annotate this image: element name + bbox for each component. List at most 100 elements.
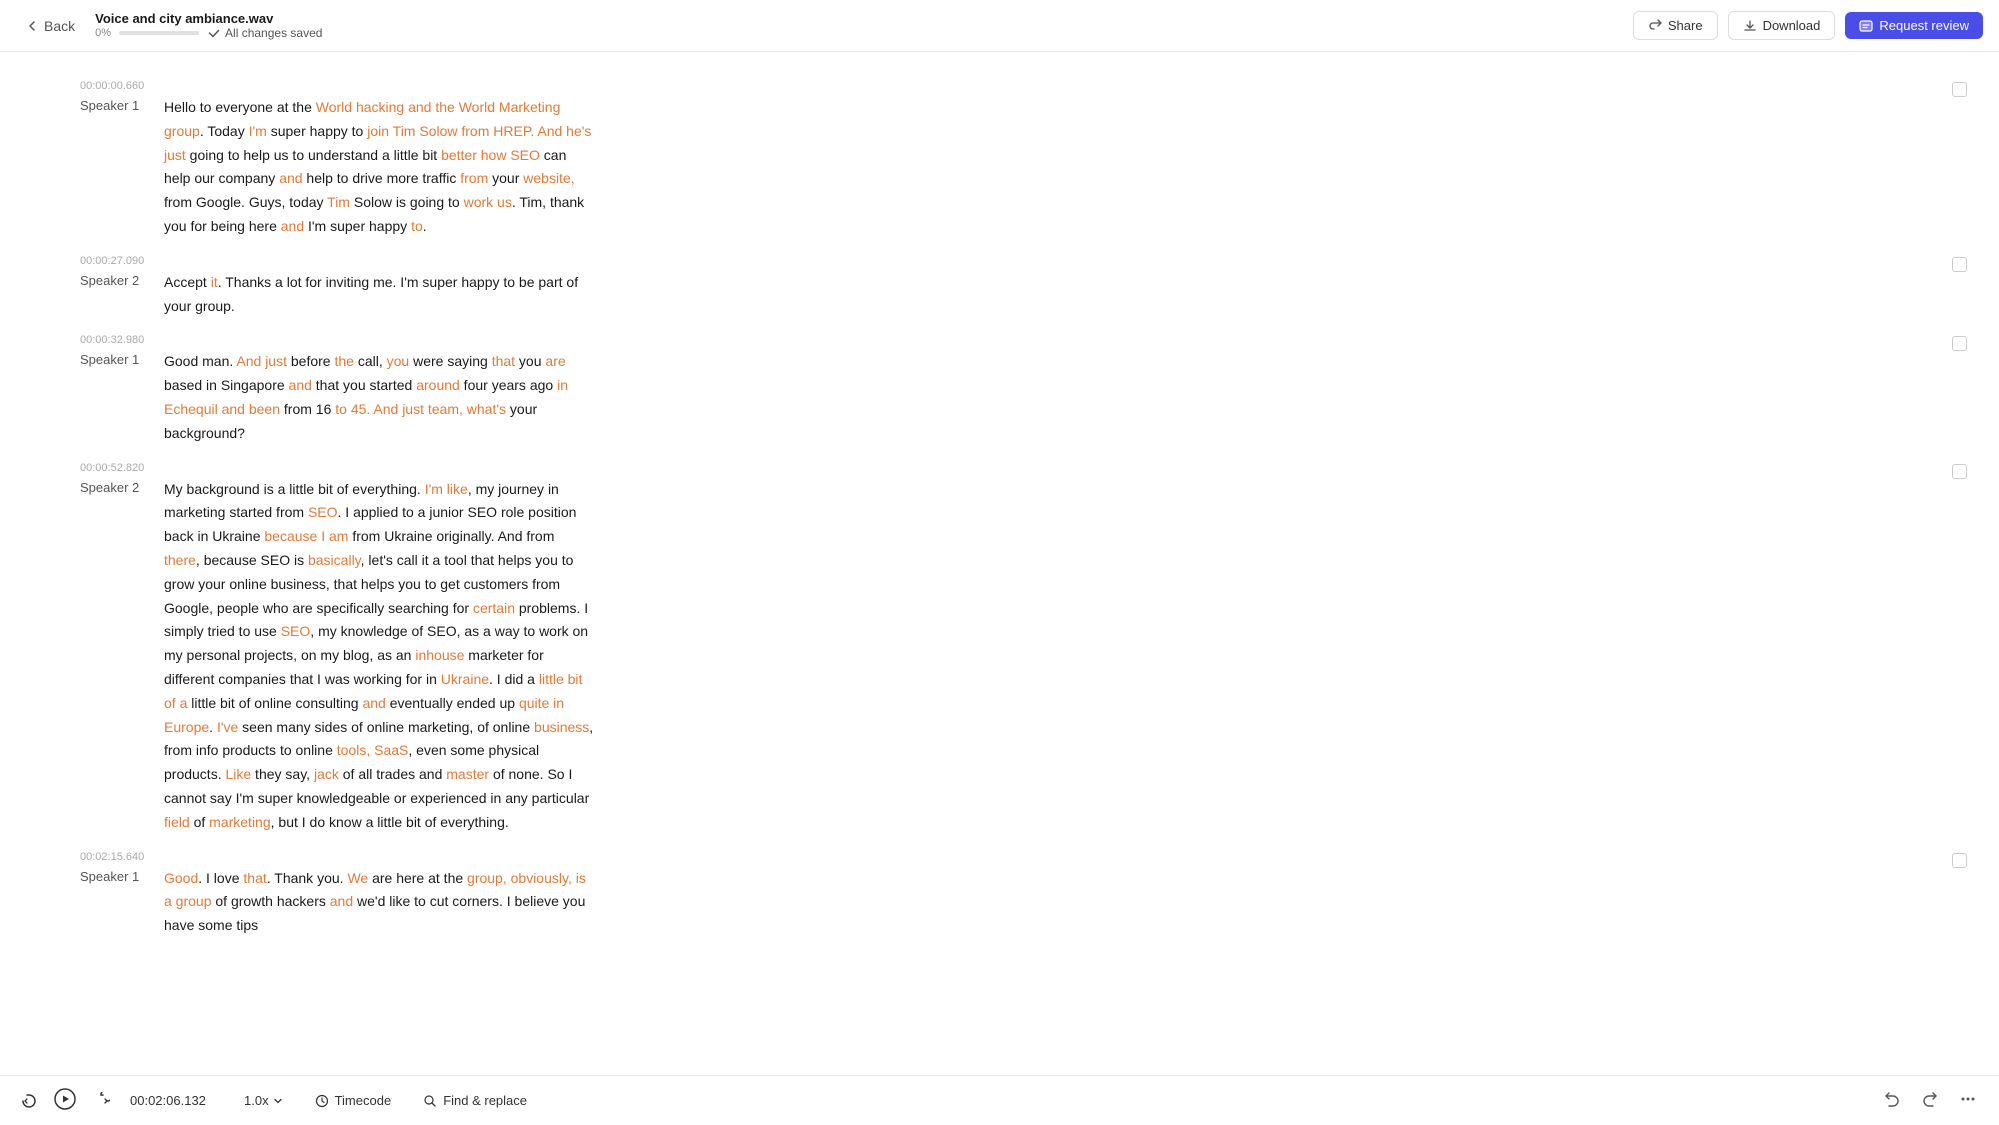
play-icon (54, 1088, 76, 1110)
highlighted-word: better how SEO (441, 147, 540, 163)
highlighted-word: and (362, 695, 385, 711)
ellipsis-icon (1959, 1090, 1977, 1108)
share-label: Share (1668, 18, 1703, 33)
undo-icon (1883, 1090, 1901, 1108)
text-content-0[interactable]: Hello to everyone at the World hacking a… (164, 96, 594, 239)
segment-4: 00:02:15.640Speaker 1Good. I love that. … (80, 843, 1979, 946)
header-right: Share Download Request review (1633, 11, 1983, 40)
bottom-right (1877, 1086, 1983, 1115)
redo-button[interactable] (1915, 1086, 1945, 1115)
speed-button[interactable]: 1.0x (236, 1089, 291, 1112)
highlighted-word: group, obviously, is a group (164, 870, 586, 910)
timestamp-2: 00:00:32.980 (80, 334, 1939, 346)
highlighted-word: SEO (281, 623, 311, 639)
back-button[interactable]: Back (16, 14, 83, 38)
highlighted-word: are (545, 353, 565, 369)
highlighted-word: jack (314, 766, 339, 782)
highlighted-word: you (387, 353, 410, 369)
redo-icon (1921, 1090, 1939, 1108)
highlighted-word: master (446, 766, 489, 782)
highlighted-word: and (281, 218, 304, 234)
segment-2: 00:00:32.980 Speaker 1 Good man. And just … (80, 326, 1979, 453)
highlighted-word: and (279, 170, 302, 186)
file-name: Voice and city ambiance.wav (95, 11, 322, 26)
segment-checkbox-1[interactable] (1952, 257, 1967, 272)
highlighted-word: that (243, 870, 266, 886)
highlighted-word: field (164, 814, 190, 830)
highlighted-word: inhouse (415, 647, 464, 663)
review-icon (1859, 19, 1873, 33)
text-content-3[interactable]: My background is a little bit of everyth… (164, 478, 594, 835)
request-review-button[interactable]: Request review (1845, 12, 1983, 39)
text-content-2[interactable]: Good man. And just before the call, you … (164, 350, 594, 445)
highlighted-word: Like (225, 766, 251, 782)
transcript-area[interactable]: 00:00:00.660Speaker 1Hello to everyone a… (0, 52, 1979, 1075)
saved-status: All changes saved (207, 26, 322, 40)
text-content-1[interactable]: Accept it. Thanks a lot for inviting me.… (164, 271, 594, 319)
highlighted-word: basically (308, 552, 361, 568)
right-panel (1979, 52, 1999, 1075)
share-button[interactable]: Share (1633, 11, 1718, 40)
bottom-bar: 00:02:06.132 1.0x Timecode Find & replac… (0, 1075, 1999, 1125)
file-meta: 0% All changes saved (95, 26, 322, 40)
saved-label: All changes saved (225, 26, 322, 40)
highlighted-word: Tim (327, 194, 350, 210)
request-review-label: Request review (1879, 18, 1969, 33)
highlighted-word: Good (164, 870, 198, 886)
timecode-label: Timecode (335, 1093, 392, 1108)
progress-percent: 0% (95, 27, 111, 39)
segment-checkbox-3[interactable] (1952, 464, 1967, 479)
segment-checkbox-0[interactable] (1952, 82, 1967, 97)
highlighted-word: that (492, 353, 515, 369)
timecode-button[interactable]: Timecode (307, 1089, 400, 1112)
highlighted-word: the (334, 353, 353, 369)
header-left: Back Voice and city ambiance.wav 0% All … (16, 11, 322, 40)
timestamp-1: 00:00:27.090 (80, 255, 1939, 267)
text-content-4[interactable]: Good. I love that. Thank you. We are her… (164, 867, 594, 938)
fast-forward-icon (92, 1092, 110, 1110)
highlighted-word: around (416, 377, 460, 393)
download-button[interactable]: Download (1728, 11, 1836, 40)
chevron-down-icon (273, 1096, 283, 1106)
highlighted-word: website, (523, 170, 574, 186)
more-options-button[interactable] (1953, 1086, 1983, 1115)
rewind-button[interactable] (16, 1088, 42, 1114)
highlighted-word: I've (217, 719, 238, 735)
speaker-label-2: Speaker 1 (80, 350, 152, 367)
segment-0: 00:00:00.660Speaker 1Hello to everyone a… (80, 72, 1979, 247)
download-icon (1743, 19, 1757, 33)
highlighted-word: work us (464, 194, 512, 210)
highlighted-word: to (411, 218, 423, 234)
highlighted-word: certain (473, 600, 515, 616)
search-icon (423, 1094, 437, 1108)
speed-label: 1.0x (244, 1093, 269, 1108)
segment-checkbox-4[interactable] (1952, 853, 1967, 868)
highlighted-word: marketing (209, 814, 270, 830)
highlighted-word: business (534, 719, 589, 735)
highlighted-word: it (211, 274, 218, 290)
undo-button[interactable] (1877, 1086, 1907, 1115)
timestamp-4: 00:02:15.640 (80, 851, 1939, 863)
header: Back Voice and city ambiance.wav 0% All … (0, 0, 1999, 52)
timestamp-3: 00:00:52.820 (80, 462, 1939, 474)
segment-checkbox-2[interactable] (1952, 336, 1967, 351)
highlighted-word: to 45. And just team, what's (335, 401, 506, 417)
find-replace-label: Find & replace (443, 1093, 527, 1108)
time-display: 00:02:06.132 (130, 1093, 220, 1108)
fast-forward-button[interactable] (88, 1088, 114, 1114)
speaker-label-3: Speaker 2 (80, 478, 152, 495)
highlighted-word: Ukraine (441, 671, 489, 687)
highlighted-word: And just (236, 353, 287, 369)
highlighted-word: SEO (308, 504, 338, 520)
main: 00:00:00.660Speaker 1Hello to everyone a… (0, 52, 1999, 1075)
play-button[interactable] (50, 1084, 80, 1117)
highlighted-word: and (330, 893, 353, 909)
back-label: Back (44, 18, 75, 34)
check-icon (207, 26, 221, 40)
find-replace-button[interactable]: Find & replace (415, 1089, 535, 1112)
highlighted-word: from (460, 170, 488, 186)
highlighted-word: I'm (249, 123, 267, 139)
clock-icon (315, 1094, 329, 1108)
speaker-label-0: Speaker 1 (80, 96, 152, 113)
highlighted-word: tools, SaaS (337, 742, 409, 758)
